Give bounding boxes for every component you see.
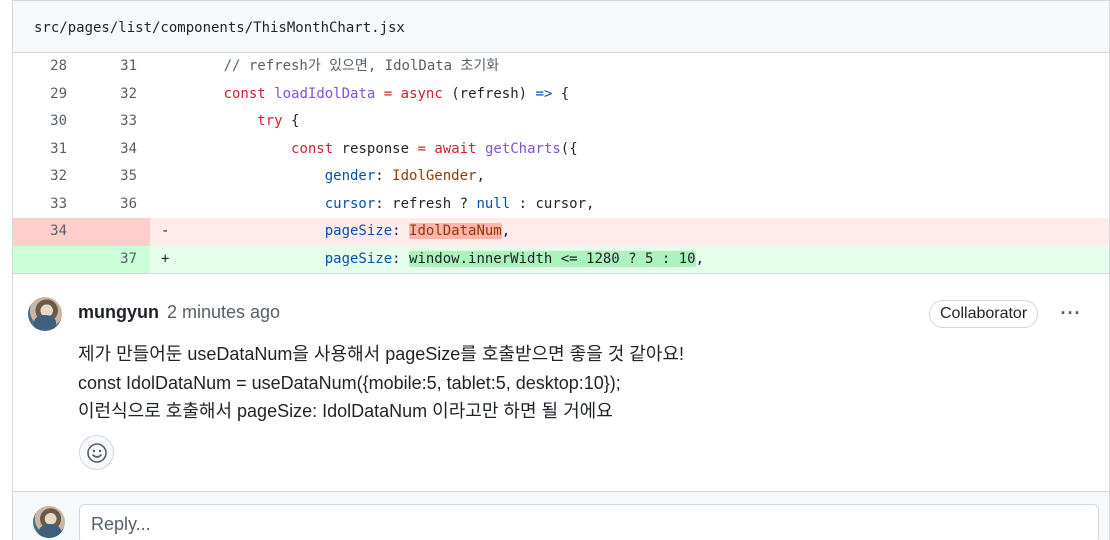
- code-token: : refresh ?: [375, 195, 477, 212]
- code-token: ,: [695, 250, 705, 267]
- code-token: {: [552, 85, 570, 102]
- comment-line: 제가 만들어둔 useDataNum을 사용해서 pageSize를 호출받으면…: [78, 344, 684, 364]
- code-line: pageSize: window.innerWidth <= 1280 ? 5 …: [173, 246, 704, 274]
- code-token: gender: [324, 168, 376, 184]
- file-path[interactable]: src/pages/list/components/ThisMonthChart…: [34, 20, 405, 36]
- diff-row[interactable]: 31 34 const response = await getCharts({: [13, 136, 1109, 164]
- code-line: const response = await getCharts({: [173, 136, 578, 164]
- code-token: // refresh가 있으면, IdolData 초기화: [223, 58, 500, 74]
- review-panel: src/pages/list/components/ThisMonthChart…: [12, 0, 1110, 540]
- old-line-number[interactable]: 34: [27, 218, 67, 246]
- code-token: =: [383, 85, 393, 102]
- diff-row[interactable]: 32 35 gender: IdolGender,: [13, 163, 1109, 191]
- code-token: =>: [535, 85, 553, 102]
- comment-author[interactable]: mungyun: [78, 302, 159, 323]
- old-line-number[interactable]: 33: [27, 191, 67, 219]
- code-token: const: [223, 85, 266, 102]
- code-token: null: [476, 195, 511, 212]
- diff-row[interactable]: 37 + pageSize: window.innerWidth <= 1280 …: [13, 245, 1109, 274]
- reply-bar: [13, 491, 1109, 540]
- diff-row[interactable]: 29 32 const loadIdolData = async (refresh…: [13, 81, 1109, 109]
- file-header: src/pages/list/components/ThisMonthChart…: [13, 0, 1109, 53]
- code-line: cursor: refresh ? null : cursor,: [173, 191, 595, 219]
- code-token: const: [291, 140, 334, 157]
- code-line: // refresh가 있으면, IdolData 초기화: [173, 53, 500, 81]
- reply-input[interactable]: [79, 504, 1099, 540]
- diff-row[interactable]: 34 - pageSize: IdolDataNum,: [13, 218, 1109, 246]
- code-token: :: [375, 168, 393, 184]
- code-token: (refresh): [442, 85, 536, 102]
- code-token: =: [417, 140, 426, 157]
- code-token: : cursor,: [510, 195, 595, 212]
- code-token: await: [434, 140, 477, 157]
- diff-row[interactable]: 30 33 try {: [13, 108, 1109, 136]
- diff-row[interactable]: 28 31 // refresh가 있으면, IdolData 초기화: [13, 53, 1109, 81]
- comment-body: 제가 만들어둔 useDataNum을 사용해서 pageSize를 호출받으면…: [78, 340, 684, 426]
- old-line-number[interactable]: 28: [27, 53, 67, 81]
- new-line-number[interactable]: 34: [97, 136, 137, 164]
- code-line: const loadIdolData = async (refresh) => …: [173, 81, 570, 109]
- code-token: getCharts: [484, 140, 561, 157]
- diff-marker: -: [161, 223, 170, 239]
- code-token: loadIdolData: [274, 85, 376, 102]
- code-token: :: [392, 250, 410, 267]
- new-line-number[interactable]: 32: [97, 81, 137, 109]
- code-line: try {: [173, 108, 299, 136]
- new-line-number[interactable]: 31: [97, 53, 137, 81]
- code-token: :: [392, 223, 410, 239]
- new-line-number[interactable]: 35: [97, 163, 137, 191]
- old-line-number[interactable]: 30: [27, 108, 67, 136]
- code-token: IdolGender: [392, 168, 477, 184]
- comment-timestamp[interactable]: 2 minutes ago: [167, 302, 280, 323]
- old-line-number[interactable]: 32: [27, 163, 67, 191]
- code-token: ,: [501, 223, 511, 239]
- code-token: cursor: [324, 195, 376, 212]
- smiley-icon: [86, 442, 107, 463]
- old-line-number[interactable]: 29: [27, 81, 67, 109]
- role-badge: Collaborator: [929, 300, 1039, 328]
- code-token: window.innerWidth <= 1280 ? 5 : 10: [409, 250, 696, 267]
- code-token: {: [282, 113, 300, 129]
- code-token: try: [257, 113, 283, 129]
- code-token: pageSize: [324, 223, 393, 239]
- comment-line: const IdolDataNum = useDataNum({mobile:5…: [78, 372, 621, 393]
- add-reaction-button[interactable]: [79, 435, 114, 470]
- code-token: async: [400, 85, 443, 102]
- new-line-number[interactable]: 37: [97, 246, 137, 274]
- code-token: ,: [476, 168, 485, 184]
- comment-line: 이런식으로 호출해서 pageSize: IdolDataNum 이라고만 하면…: [78, 401, 613, 421]
- code-token: IdolDataNum: [409, 223, 502, 239]
- avatar[interactable]: [28, 297, 62, 331]
- code-line: gender: IdolGender,: [173, 163, 485, 191]
- diff-table: 28 31 // refresh가 있으면, IdolData 초기화 29 32 c…: [13, 53, 1109, 273]
- code-token: pageSize: [324, 250, 393, 267]
- code-token: response: [333, 140, 418, 157]
- diff-row[interactable]: 33 36 cursor: refresh ? null : cursor,: [13, 191, 1109, 219]
- kebab-horizontal-icon[interactable]: ···: [1059, 302, 1083, 326]
- code-line: pageSize: IdolDataNum,: [173, 218, 510, 246]
- new-line-number[interactable]: 33: [97, 108, 137, 136]
- diff-marker: +: [161, 250, 170, 267]
- code-token: ({: [560, 140, 578, 157]
- comment-thread: mungyun 2 minutes ago Collaborator ··· 제…: [13, 273, 1109, 540]
- old-line-number[interactable]: 31: [27, 136, 67, 164]
- new-line-number[interactable]: 36: [97, 191, 137, 219]
- avatar: [33, 506, 65, 538]
